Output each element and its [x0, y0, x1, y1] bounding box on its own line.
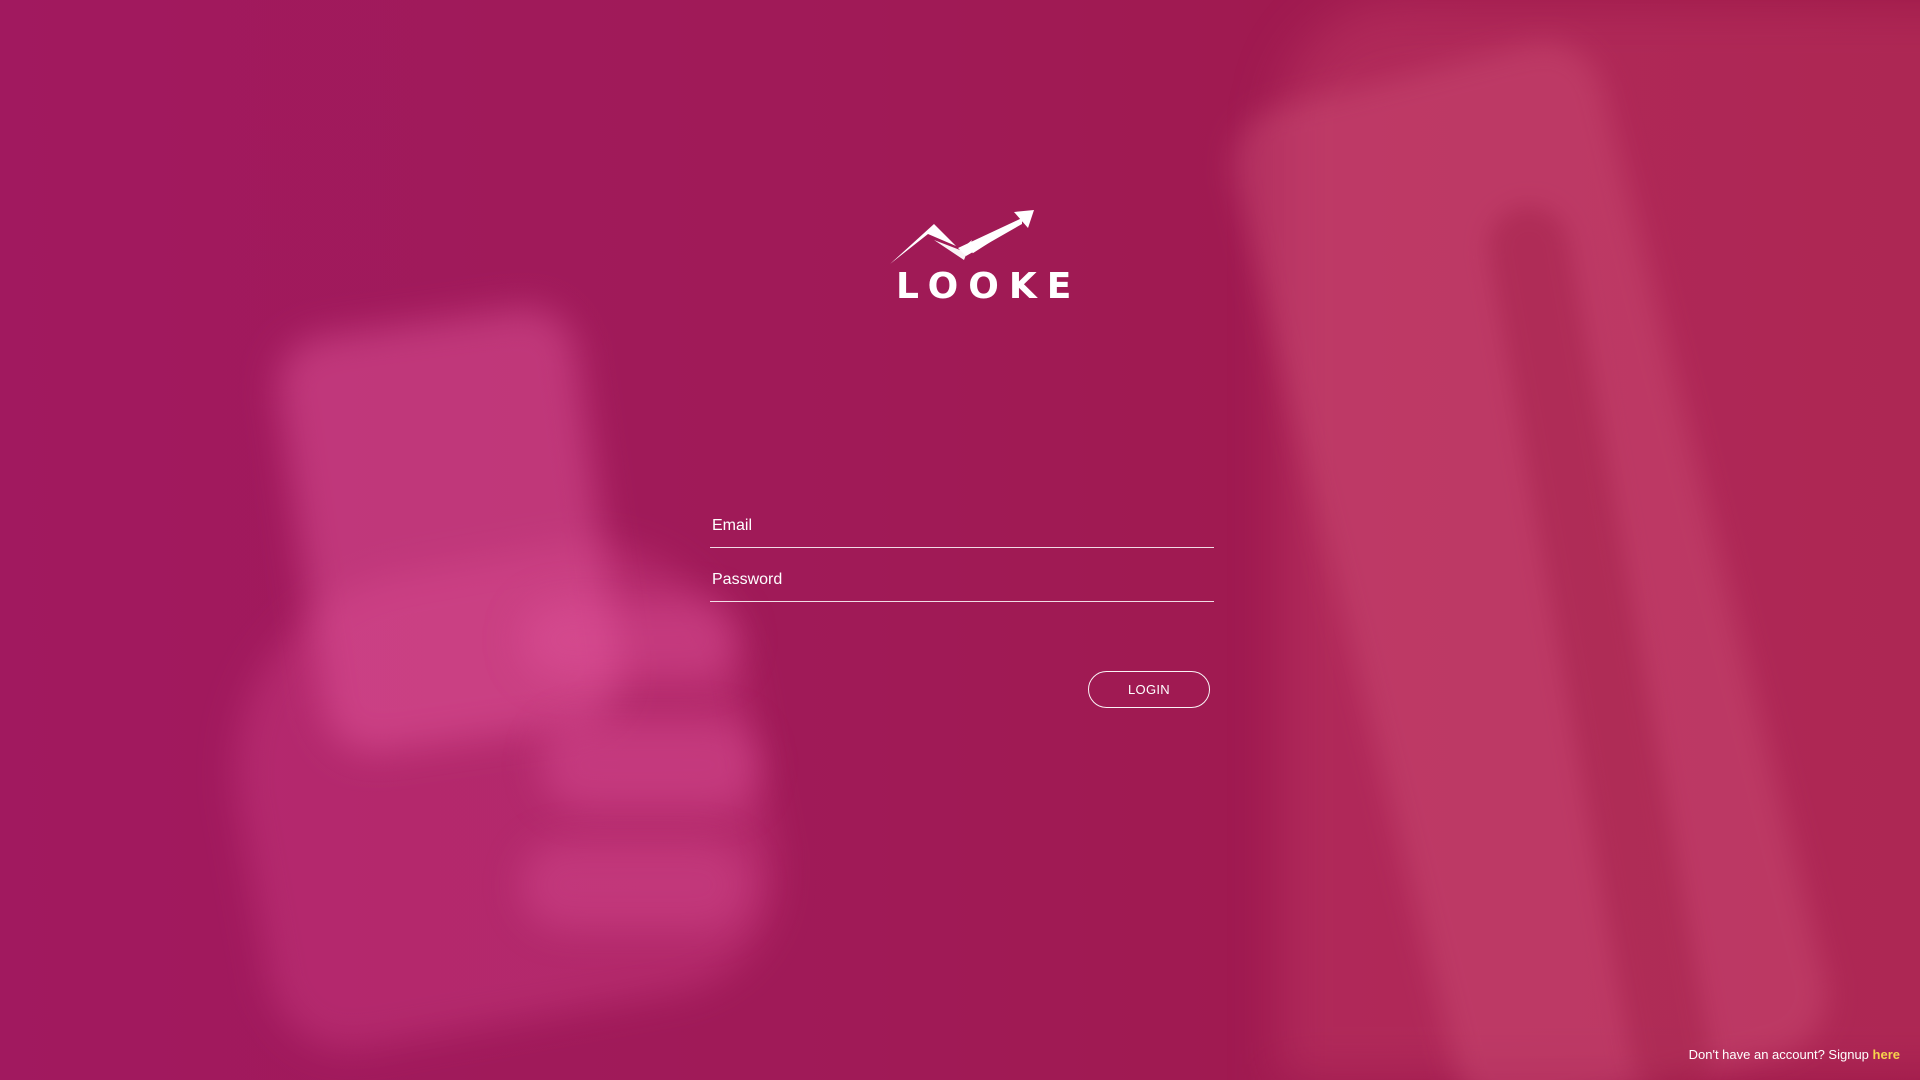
login-form [710, 505, 1214, 613]
signup-text: Don't have an account? Signup [1688, 1047, 1873, 1062]
signup-prompt: Don't have an account? Signup here [1689, 1047, 1900, 1062]
email-input[interactable] [710, 505, 1214, 547]
email-field-container [710, 505, 1214, 548]
brand-name: LOOKE [896, 266, 1082, 307]
signup-link[interactable]: here [1873, 1047, 1900, 1062]
background-finger [520, 840, 750, 930]
background-phone [272, 301, 628, 759]
rising-arrow-mountain-icon [890, 210, 1034, 264]
background-finger [520, 600, 740, 680]
password-input[interactable] [710, 559, 1214, 601]
brand-logo: LOOKE [886, 210, 1082, 307]
background-finger [540, 720, 760, 810]
login-button[interactable]: LOGIN [1088, 671, 1210, 708]
password-field-container [710, 559, 1214, 602]
